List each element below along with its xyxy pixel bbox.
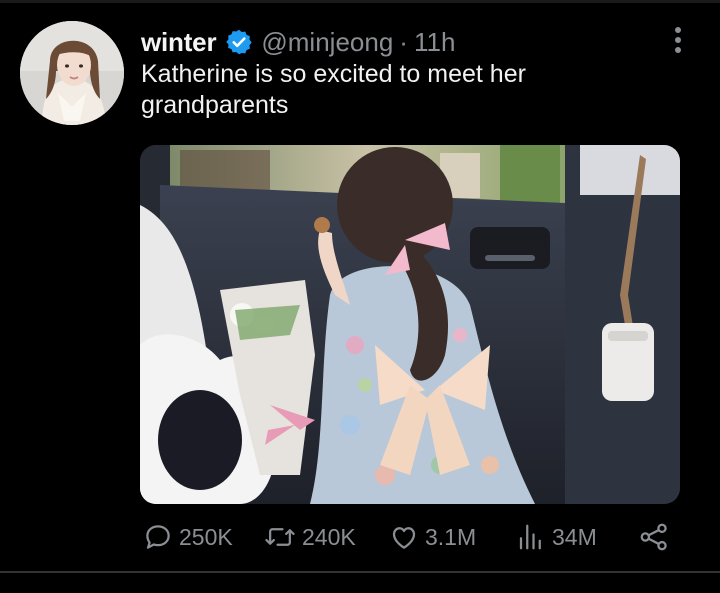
heart-icon	[392, 527, 416, 549]
tweet-media-photo[interactable]	[140, 145, 680, 504]
more-options-icon[interactable]	[670, 24, 686, 56]
like-button[interactable]: 3.1M	[389, 519, 476, 555]
reply-button[interactable]: 250K	[143, 519, 233, 555]
avatar[interactable]	[20, 21, 124, 125]
retweet-button[interactable]: 240K	[264, 519, 356, 555]
views-count: 34M	[552, 523, 597, 550]
share-icon	[640, 523, 667, 551]
retweet-icon	[265, 528, 295, 546]
display-name[interactable]: winter	[141, 27, 217, 58]
share-button[interactable]	[638, 519, 670, 555]
user-handle[interactable]: @minjeong	[261, 27, 393, 58]
separator-dot: ·	[399, 26, 408, 57]
tweet-card[interactable]: winter @minjeong · 11h Katherine is so e…	[0, 0, 720, 571]
verified-badge-icon	[225, 28, 253, 56]
bottom-divider	[0, 571, 720, 573]
like-count: 3.1M	[425, 523, 477, 550]
views-button[interactable]: 34M	[516, 519, 597, 555]
reply-count: 250K	[179, 523, 233, 550]
timestamp[interactable]: 11h	[414, 27, 455, 58]
bar-chart-icon	[519, 524, 541, 550]
retweet-count: 240K	[302, 523, 356, 550]
tweet-header: winter @minjeong · 11h	[141, 26, 455, 58]
comment-icon	[146, 525, 170, 549]
tweet-text: Katherine is so excited to meet her gran…	[141, 60, 526, 119]
tweet-actions: 250K 240K 3.1M 34M	[0, 519, 720, 555]
